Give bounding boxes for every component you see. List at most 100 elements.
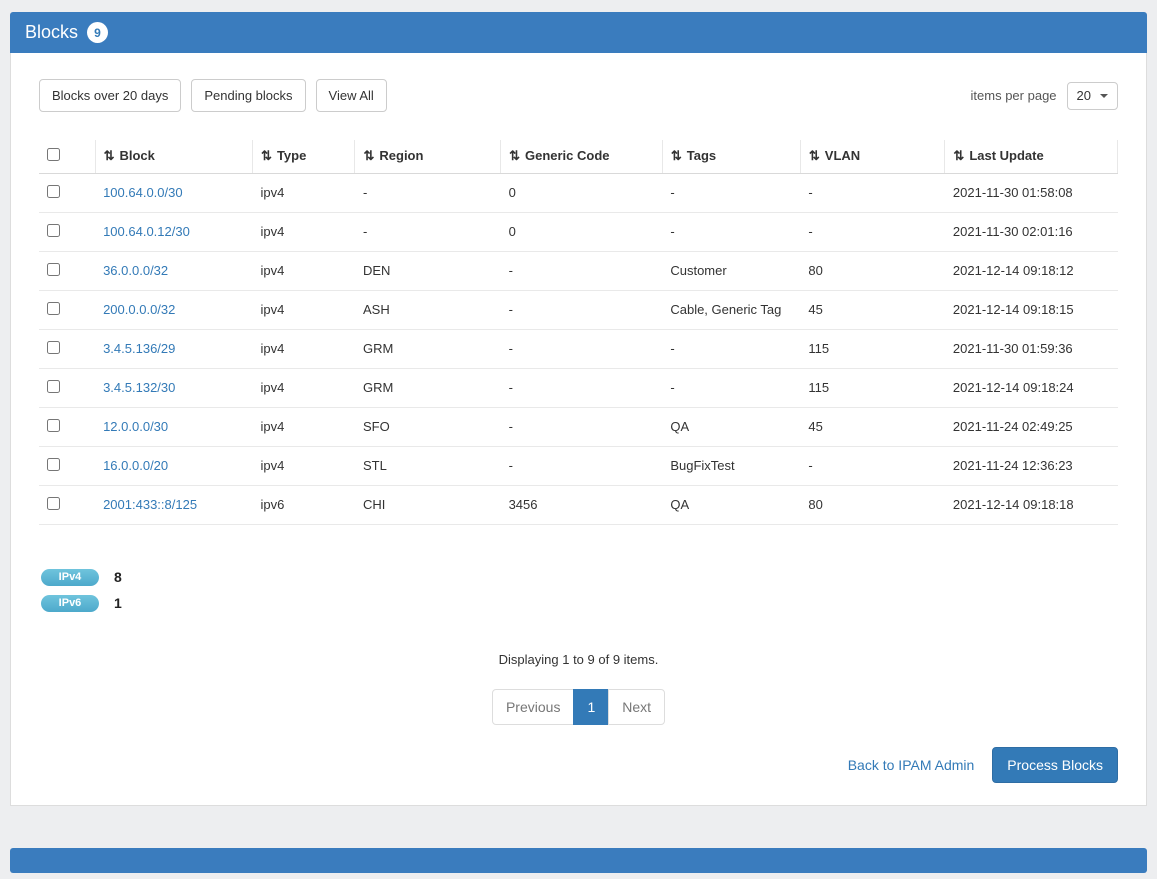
bottom-actions: Back to IPAM Admin Process Blocks bbox=[848, 747, 1118, 783]
generic-code-cell: - bbox=[501, 290, 663, 329]
select-all-header bbox=[39, 140, 95, 173]
row-select-checkbox[interactable] bbox=[47, 380, 60, 393]
items-per-page-select[interactable]: 20 bbox=[1067, 82, 1118, 110]
block-link[interactable]: 3.4.5.136/29 bbox=[103, 341, 175, 356]
column-header-region[interactable]: ⇅ Region bbox=[355, 140, 501, 173]
row-select-checkbox[interactable] bbox=[47, 458, 60, 471]
items-per-page-label: items per page bbox=[971, 88, 1057, 103]
last-update-cell: 2021-11-30 02:01:16 bbox=[945, 212, 1118, 251]
row-select-checkbox[interactable] bbox=[47, 419, 60, 432]
generic-code-cell: - bbox=[501, 329, 663, 368]
select-all-checkbox[interactable] bbox=[47, 148, 60, 161]
region-cell: - bbox=[355, 173, 501, 212]
ipv6-badge: IPv6 bbox=[41, 595, 99, 612]
block-cell: 3.4.5.136/29 bbox=[95, 329, 252, 368]
row-select-cell bbox=[39, 407, 95, 446]
table-row: 12.0.0.0/30ipv4SFO-QA452021-11-24 02:49:… bbox=[39, 407, 1118, 446]
type-cell: ipv4 bbox=[253, 251, 355, 290]
last-update-cell: 2021-12-14 09:18:18 bbox=[945, 485, 1118, 524]
block-link[interactable]: 3.4.5.132/30 bbox=[103, 380, 175, 395]
row-select-cell bbox=[39, 446, 95, 485]
vlan-cell: - bbox=[800, 212, 945, 251]
type-cell: ipv4 bbox=[253, 329, 355, 368]
ipv4-badge: IPv4 bbox=[41, 569, 99, 586]
row-select-cell bbox=[39, 290, 95, 329]
tags-cell: Customer bbox=[662, 251, 800, 290]
column-label: Region bbox=[379, 148, 423, 163]
region-cell: - bbox=[355, 212, 501, 251]
footer-bar bbox=[10, 848, 1147, 873]
caret-down-icon bbox=[1100, 94, 1108, 98]
row-select-checkbox[interactable] bbox=[47, 497, 60, 510]
column-header-type[interactable]: ⇅Type bbox=[253, 140, 355, 173]
generic-code-cell: - bbox=[501, 368, 663, 407]
row-select-checkbox[interactable] bbox=[47, 185, 60, 198]
block-cell: 3.4.5.132/30 bbox=[95, 368, 252, 407]
view-all-button[interactable]: View All bbox=[316, 79, 387, 112]
row-select-checkbox[interactable] bbox=[47, 224, 60, 237]
block-link[interactable]: 200.0.0.0/32 bbox=[103, 302, 175, 317]
sort-icon: ⇅ bbox=[363, 148, 374, 163]
type-cell: ipv4 bbox=[253, 173, 355, 212]
generic-code-cell: 0 bbox=[501, 212, 663, 251]
column-label: Generic Code bbox=[525, 148, 610, 163]
toolbar: Blocks over 20 days Pending blocks View … bbox=[39, 79, 1118, 112]
row-select-cell bbox=[39, 173, 95, 212]
type-summary: IPv4 8 IPv6 1 bbox=[41, 569, 1118, 612]
blocks-table: ⇅Block ⇅Type ⇅ Region ⇅ Generic Code ⇅Tags… bbox=[39, 140, 1118, 525]
vlan-cell: 45 bbox=[800, 290, 945, 329]
region-cell: GRM bbox=[355, 329, 501, 368]
tags-cell: Cable, Generic Tag bbox=[662, 290, 800, 329]
table-row: 100.64.0.12/30ipv4-0--2021-11-30 02:01:1… bbox=[39, 212, 1118, 251]
row-select-checkbox[interactable] bbox=[47, 263, 60, 276]
generic-code-cell: 3456 bbox=[501, 485, 663, 524]
row-select-cell bbox=[39, 251, 95, 290]
vlan-cell: 80 bbox=[800, 251, 945, 290]
vlan-cell: 115 bbox=[800, 329, 945, 368]
process-blocks-button[interactable]: Process Blocks bbox=[992, 747, 1118, 783]
previous-page-button[interactable]: Previous bbox=[492, 689, 574, 725]
region-cell: STL bbox=[355, 446, 501, 485]
items-per-page: items per page 20 bbox=[971, 82, 1118, 110]
ipv4-summary-row: IPv4 8 bbox=[41, 569, 1118, 586]
vlan-cell: 115 bbox=[800, 368, 945, 407]
items-per-page-value: 20 bbox=[1077, 88, 1091, 103]
region-cell: CHI bbox=[355, 485, 501, 524]
row-select-checkbox[interactable] bbox=[47, 341, 60, 354]
tags-cell: QA bbox=[662, 407, 800, 446]
column-label: VLAN bbox=[825, 148, 860, 163]
vlan-cell: - bbox=[800, 173, 945, 212]
next-page-button[interactable]: Next bbox=[608, 689, 665, 725]
column-header-last-update[interactable]: ⇅Last Update bbox=[945, 140, 1118, 173]
generic-code-cell: - bbox=[501, 446, 663, 485]
column-header-vlan[interactable]: ⇅VLAN bbox=[800, 140, 945, 173]
generic-code-cell: - bbox=[501, 407, 663, 446]
row-select-checkbox[interactable] bbox=[47, 302, 60, 315]
back-to-ipam-admin-link[interactable]: Back to IPAM Admin bbox=[848, 757, 975, 773]
column-header-generic-code[interactable]: ⇅ Generic Code bbox=[501, 140, 663, 173]
sort-icon: ⇅ bbox=[509, 148, 520, 163]
block-link[interactable]: 2001:433::8/125 bbox=[103, 497, 197, 512]
table-row: 36.0.0.0/32ipv4DEN-Customer802021-12-14 … bbox=[39, 251, 1118, 290]
sort-icon: ⇅ bbox=[261, 148, 272, 163]
block-link[interactable]: 12.0.0.0/30 bbox=[103, 419, 168, 434]
tags-cell: - bbox=[662, 173, 800, 212]
column-header-tags[interactable]: ⇅Tags bbox=[662, 140, 800, 173]
type-cell: ipv4 bbox=[253, 212, 355, 251]
blocks-over-20-days-button[interactable]: Blocks over 20 days bbox=[39, 79, 181, 112]
pending-blocks-button[interactable]: Pending blocks bbox=[191, 79, 305, 112]
page-title: Blocks bbox=[25, 22, 78, 43]
blocks-count-badge: 9 bbox=[87, 22, 108, 43]
generic-code-cell: - bbox=[501, 251, 663, 290]
block-link[interactable]: 100.64.0.12/30 bbox=[103, 224, 190, 239]
block-link[interactable]: 100.64.0.0/30 bbox=[103, 185, 183, 200]
block-link[interactable]: 16.0.0.0/20 bbox=[103, 458, 168, 473]
type-cell: ipv4 bbox=[253, 407, 355, 446]
type-cell: ipv6 bbox=[253, 485, 355, 524]
blocks-panel: Blocks 9 Blocks over 20 days Pending blo… bbox=[10, 12, 1147, 806]
last-update-cell: 2021-12-14 09:18:12 bbox=[945, 251, 1118, 290]
block-link[interactable]: 36.0.0.0/32 bbox=[103, 263, 168, 278]
last-update-cell: 2021-11-24 02:49:25 bbox=[945, 407, 1118, 446]
column-header-block[interactable]: ⇅Block bbox=[95, 140, 252, 173]
page-1-button[interactable]: 1 bbox=[573, 689, 609, 725]
